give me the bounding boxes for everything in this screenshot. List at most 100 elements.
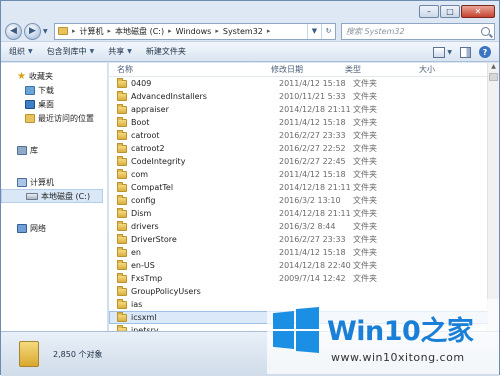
folder-icon bbox=[58, 27, 68, 35]
file-row[interactable]: appraiser 2014/12/18 21:11 文件夹 bbox=[109, 103, 499, 116]
file-row[interactable]: CompatTel 2014/12/18 21:11 文件夹 bbox=[109, 181, 499, 194]
search-input[interactable]: 搜索 System32 bbox=[341, 22, 495, 40]
network-icon bbox=[17, 223, 27, 233]
folder-icon bbox=[117, 168, 127, 179]
file-row[interactable]: FxsTmp 2009/7/14 12:42 文件夹 bbox=[109, 272, 499, 285]
file-row[interactable]: catroot2 2016/2/27 22:52 文件夹 bbox=[109, 142, 499, 155]
folder-icon bbox=[117, 77, 127, 88]
watermark-brand: Win10之家 bbox=[327, 309, 474, 348]
file-name: CompatTel bbox=[131, 183, 174, 192]
nav-recent-places[interactable]: 最近访问的位置 bbox=[1, 111, 107, 125]
folder-icon bbox=[117, 181, 127, 192]
file-date: 2016/2/27 22:45 bbox=[279, 157, 346, 166]
file-name: AdvancedInstallers bbox=[131, 92, 207, 101]
nav-label: 最近访问的位置 bbox=[38, 113, 94, 123]
nav-network[interactable]: 网络 bbox=[1, 221, 107, 235]
object-count: 2,850 个对象 bbox=[53, 349, 103, 359]
folder-icon bbox=[117, 246, 127, 257]
breadcrumb-separator-icon[interactable]: ▸ bbox=[108, 27, 112, 35]
file-row[interactable]: GroupPolicyUsers bbox=[109, 285, 499, 298]
include-in-library-button[interactable]: 包含到库中 ▼ bbox=[47, 46, 95, 57]
vertical-scrollbar[interactable]: ▲ bbox=[487, 63, 499, 331]
view-options-dropdown-icon[interactable]: ▼ bbox=[447, 49, 452, 56]
file-date: 2014/12/18 21:11 bbox=[279, 183, 351, 192]
nav-local-disk-c[interactable]: 本地磁盘 (C:) bbox=[1, 189, 103, 203]
column-header-type[interactable]: 类型 bbox=[345, 64, 419, 75]
scrollbar-thumb[interactable] bbox=[489, 73, 498, 81]
search-icon[interactable] bbox=[481, 26, 490, 36]
nav-computer[interactable]: 计算机 bbox=[1, 175, 107, 189]
file-row[interactable]: AdvancedInstallers 2010/11/21 5:33 文件夹 bbox=[109, 90, 499, 103]
file-name: catroot2 bbox=[131, 144, 165, 153]
organize-label: 组织 bbox=[9, 47, 25, 56]
file-row[interactable]: en 2011/4/12 15:18 文件夹 bbox=[109, 246, 499, 259]
file-name: ias bbox=[131, 300, 143, 309]
breadcrumb-local-disk[interactable]: 本地磁盘 (C:) bbox=[115, 26, 164, 37]
breadcrumb-computer[interactable]: 计算机 bbox=[80, 26, 104, 37]
new-folder-button[interactable]: 新建文件夹 bbox=[146, 46, 186, 57]
back-arrow-icon: ◀ bbox=[10, 26, 17, 36]
forward-button[interactable]: ▶ bbox=[24, 22, 41, 40]
file-row[interactable]: drivers 2016/3/2 8:44 文件夹 bbox=[109, 220, 499, 233]
file-row[interactable]: Boot 2011/4/12 15:18 文件夹 bbox=[109, 116, 499, 129]
column-header-date[interactable]: 修改日期 bbox=[271, 64, 345, 75]
file-type: 文件夹 bbox=[353, 209, 377, 218]
file-date: 2011/4/12 15:18 bbox=[279, 79, 346, 88]
breadcrumb-separator-icon[interactable]: ▸ bbox=[215, 27, 219, 35]
file-type: 文件夹 bbox=[353, 79, 377, 88]
watermark-brand-cn: 之家 bbox=[420, 316, 474, 347]
file-type: 文件夹 bbox=[353, 235, 377, 244]
change-view-icon[interactable] bbox=[433, 46, 446, 58]
windows-logo-icon bbox=[273, 307, 319, 353]
help-icon[interactable]: ? bbox=[479, 46, 491, 58]
address-dropdown-icon[interactable]: ▼ bbox=[307, 23, 321, 39]
chevron-down-icon: ▼ bbox=[28, 48, 33, 55]
maximize-button[interactable]: □ bbox=[440, 5, 460, 18]
folder-icon bbox=[117, 129, 127, 140]
file-row[interactable]: catroot 2016/2/27 23:33 文件夹 bbox=[109, 129, 499, 142]
file-type: 文件夹 bbox=[353, 92, 377, 101]
breadcrumb-windows[interactable]: Windows bbox=[176, 27, 212, 36]
breadcrumb-separator-icon[interactable]: ▸ bbox=[168, 27, 172, 35]
nav-desktop[interactable]: 桌面 bbox=[1, 97, 107, 111]
breadcrumb-separator-icon[interactable]: ▸ bbox=[267, 27, 271, 35]
file-type: 文件夹 bbox=[353, 196, 377, 205]
close-button[interactable]: ✕ bbox=[461, 5, 495, 18]
file-row[interactable]: DriverStore 2016/2/27 23:33 文件夹 bbox=[109, 233, 499, 246]
file-row[interactable]: config 2016/3/2 13:10 文件夹 bbox=[109, 194, 499, 207]
refresh-icon[interactable]: ↻ bbox=[321, 23, 335, 39]
file-row[interactable]: Dism 2014/12/18 21:11 文件夹 bbox=[109, 207, 499, 220]
file-row[interactable]: com 2011/4/12 15:18 文件夹 bbox=[109, 168, 499, 181]
nav-label: 网络 bbox=[30, 223, 46, 233]
column-header-size[interactable]: 大小 bbox=[419, 64, 459, 75]
folder-icon bbox=[117, 272, 127, 283]
file-rows: 0409 2011/4/12 15:18 文件夹 AdvancedInstallers… bbox=[109, 77, 499, 331]
preview-pane-icon[interactable] bbox=[460, 46, 471, 58]
computer-icon bbox=[17, 177, 27, 187]
file-name: catroot bbox=[131, 131, 160, 140]
file-row[interactable]: CodeIntegrity 2016/2/27 22:45 文件夹 bbox=[109, 155, 499, 168]
nav-favorites[interactable]: ★ 收藏夹 bbox=[1, 69, 107, 83]
file-name: Boot bbox=[131, 118, 150, 127]
star-icon: ★ bbox=[17, 70, 26, 82]
file-row[interactable]: en-US 2014/12/18 22:40 文件夹 bbox=[109, 259, 499, 272]
nav-libraries[interactable]: 库 bbox=[1, 143, 107, 157]
column-header-name[interactable]: 名称 bbox=[109, 64, 271, 75]
file-date: 2016/2/27 22:52 bbox=[279, 144, 346, 153]
file-type: 文件夹 bbox=[353, 157, 377, 166]
scroll-up-icon[interactable]: ▲ bbox=[488, 63, 499, 72]
minimize-button[interactable]: – bbox=[419, 5, 439, 18]
back-button[interactable]: ◀ bbox=[5, 22, 22, 40]
share-button[interactable]: 共享 ▼ bbox=[108, 46, 132, 57]
breadcrumb-system32[interactable]: System32 bbox=[223, 27, 263, 36]
recent-pages-dropdown[interactable]: ▼ bbox=[43, 23, 51, 39]
file-name: drivers bbox=[131, 222, 159, 231]
breadcrumb-separator-icon[interactable]: ▸ bbox=[72, 27, 76, 35]
explorer-window: – □ ✕ ◀ ▶ ▼ ▸ 计算机 ▸ 本地磁盘 (C:) ▸ Windows … bbox=[0, 0, 500, 376]
folder-icon bbox=[117, 194, 127, 205]
file-type: 文件夹 bbox=[353, 144, 377, 153]
file-row[interactable]: 0409 2011/4/12 15:18 文件夹 bbox=[109, 77, 499, 90]
address-bar[interactable]: ▸ 计算机 ▸ 本地磁盘 (C:) ▸ Windows ▸ System32 ▸… bbox=[54, 22, 336, 40]
nav-downloads[interactable]: 下载 bbox=[1, 83, 107, 97]
organize-button[interactable]: 组织 ▼ bbox=[9, 46, 33, 57]
